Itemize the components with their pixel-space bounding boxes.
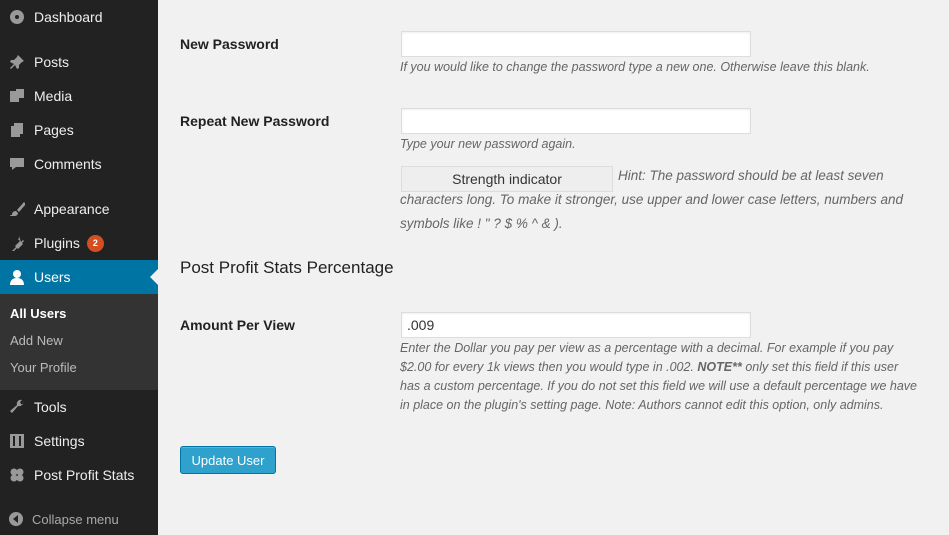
description-text: $2.00 for every 1k views then you would … (400, 360, 698, 374)
update-user-button[interactable]: Update User (180, 446, 276, 474)
menu-item-label: Comments (34, 156, 102, 172)
menu-item-label: Tools (34, 399, 67, 415)
submenu-all-users[interactable]: All Users (10, 306, 66, 321)
menu-item-label: Pages (34, 122, 74, 138)
users-submenu: All Users Add New Your Profile (0, 294, 158, 390)
menu-item-settings[interactable]: Settings (0, 424, 158, 458)
password-hint-text: Hint: The password should be at least se… (400, 168, 904, 231)
media-icon (9, 88, 25, 104)
description-text: only set this field if this user (741, 360, 899, 374)
pages-icon (9, 122, 25, 138)
new-password-description: If you would like to change the password… (400, 60, 870, 74)
amount-per-view-input[interactable] (401, 312, 751, 338)
menu-item-plugins[interactable]: Plugins 2 (0, 226, 158, 260)
plugin-icon (9, 235, 25, 251)
collapse-menu-label: Collapse menu (32, 511, 119, 527)
flower-icon (9, 467, 25, 483)
menu-item-tools[interactable]: Tools (0, 390, 158, 424)
menu-item-comments[interactable]: Comments (0, 147, 158, 181)
description-note: NOTE** (697, 360, 742, 374)
menu-item-label: Posts (34, 54, 70, 70)
user-icon (9, 269, 25, 285)
repeat-password-description: Type your new password again. (400, 137, 576, 151)
menu-item-label: Media (34, 88, 73, 104)
collapse-arrow-icon (8, 511, 24, 527)
update-count-badge: 2 (86, 234, 104, 252)
collapse-menu-button[interactable]: Collapse menu (0, 506, 158, 532)
menu-item-label: Settings (34, 433, 85, 449)
comment-icon (9, 156, 25, 172)
amount-per-view-description: Enter the Dollar you pay per view as a p… (400, 339, 930, 415)
submenu-add-new[interactable]: Add New (10, 333, 63, 348)
section-title: Post Profit Stats Percentage (180, 258, 394, 277)
brush-icon (9, 201, 25, 217)
menu-item-label: Appearance (34, 201, 110, 217)
menu-item-media[interactable]: Media (0, 79, 158, 113)
pin-icon (9, 54, 25, 70)
repeat-password-input[interactable] (401, 108, 751, 134)
menu-item-dashboard[interactable]: Dashboard (0, 0, 158, 34)
admin-sidebar: Dashboard Posts Media Pages Comments App… (0, 0, 158, 535)
menu-item-post-profit-stats[interactable]: Post Profit Stats (0, 458, 158, 492)
wrench-icon (9, 399, 25, 415)
menu-item-users[interactable]: Users (0, 260, 158, 294)
description-line: has a custom percentage. If you do not s… (400, 379, 917, 393)
dashboard-icon (9, 9, 25, 25)
menu-item-label: Users (34, 269, 71, 285)
menu-item-appearance[interactable]: Appearance (0, 192, 158, 226)
new-password-label: New Password (180, 36, 279, 52)
description-line: in place on the plugin's setting page. N… (400, 398, 884, 412)
description-line: $2.00 for every 1k views then you would … (400, 358, 930, 377)
menu-item-label: Post Profit Stats (34, 467, 135, 483)
menu-item-posts[interactable]: Posts (0, 45, 158, 79)
password-hint: Hint: The password should be at least se… (400, 164, 930, 236)
description-line: Enter the Dollar you pay per view as a p… (400, 341, 894, 355)
new-password-input[interactable] (401, 31, 751, 57)
menu-item-pages[interactable]: Pages (0, 113, 158, 147)
settings-icon (9, 433, 25, 449)
amount-per-view-label: Amount Per View (180, 317, 295, 333)
submenu-your-profile[interactable]: Your Profile (10, 360, 77, 375)
menu-item-label: Dashboard (34, 9, 103, 25)
repeat-password-label: Repeat New Password (180, 113, 330, 129)
menu-item-label: Plugins (34, 235, 80, 251)
